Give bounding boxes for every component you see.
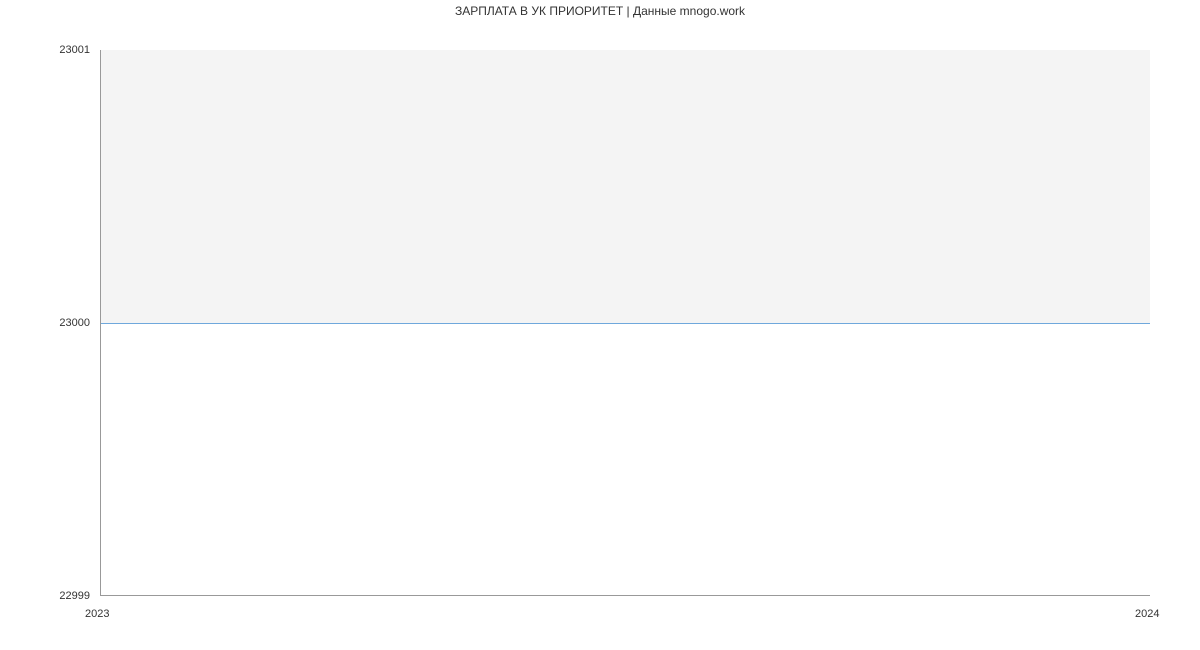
- plot-area: [100, 50, 1150, 596]
- y-tick-max: 23001: [0, 44, 90, 56]
- area-fill: [101, 50, 1150, 323]
- x-tick-end: 2024: [1135, 608, 1159, 620]
- y-tick-mid: 23000: [0, 317, 90, 329]
- x-tick-start: 2023: [85, 608, 109, 620]
- data-line: [101, 323, 1150, 324]
- salary-chart: ЗАРПЛАТА В УК ПРИОРИТЕТ | Данные mnogo.w…: [0, 0, 1200, 650]
- chart-title: ЗАРПЛАТА В УК ПРИОРИТЕТ | Данные mnogo.w…: [0, 4, 1200, 18]
- y-tick-min: 22999: [0, 590, 90, 602]
